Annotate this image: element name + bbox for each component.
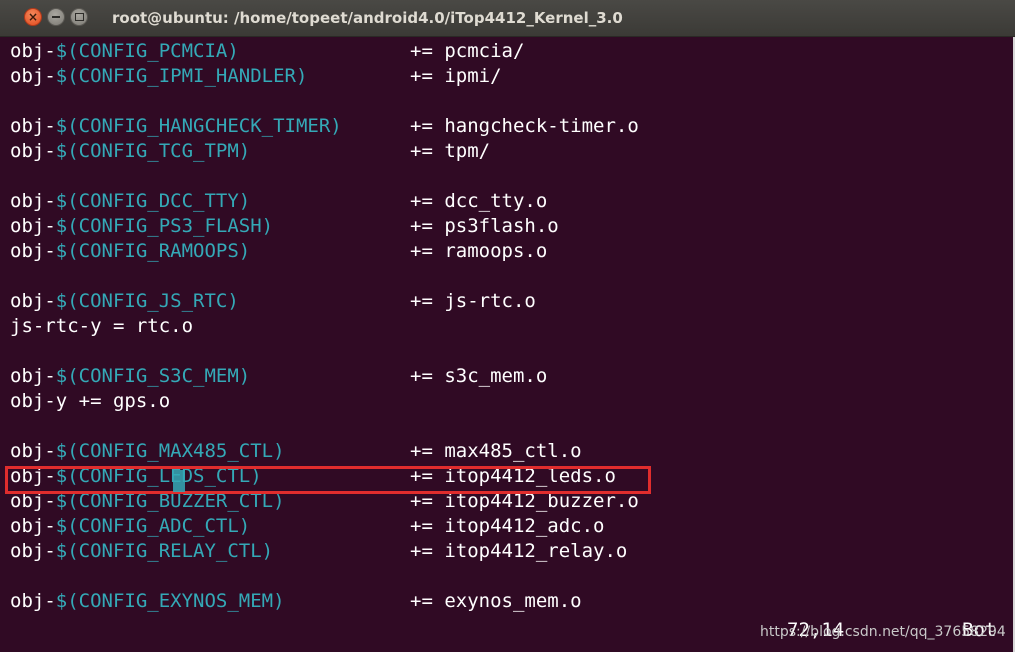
config-variable: $(CONFIG_ADC_CTL) bbox=[55, 515, 251, 537]
watermark: https://blog.csdn.net/qq_37658294 bbox=[760, 624, 1006, 640]
config-variable: $(CONFIG_IPMI_HANDLER) bbox=[55, 65, 308, 87]
terminal-line: obj-$(CONFIG_TCG_TPM) += tpm/ bbox=[10, 139, 490, 164]
assignment: += ipmi/ bbox=[410, 65, 502, 87]
terminal-line: obj-$(CONFIG_IPMI_HANDLER) += ipmi/ bbox=[10, 64, 502, 89]
line-prefix: obj- bbox=[10, 215, 56, 237]
terminal-line: obj-$(CONFIG_EXYNOS_MEM) += exynos_mem.o bbox=[10, 589, 582, 614]
line-prefix: obj- bbox=[10, 440, 56, 462]
close-icon: × bbox=[27, 10, 39, 24]
line-prefix: obj- bbox=[10, 190, 56, 212]
maximize-icon bbox=[74, 13, 84, 21]
line-prefix: js-rtc-y = rtc.o bbox=[10, 315, 194, 337]
assignment: += max485_ctl.o bbox=[410, 440, 582, 462]
config-variable: $(CONFIG_S3C_MEM) bbox=[55, 365, 251, 387]
assignment: += pcmcia/ bbox=[410, 40, 525, 62]
config-variable: $(CONFIG_DCC_TTY) bbox=[55, 190, 251, 212]
line-prefix: obj- bbox=[10, 115, 56, 137]
assignment: += hangcheck-timer.o bbox=[410, 115, 639, 137]
minimize-icon bbox=[52, 16, 60, 18]
terminal-content[interactable]: obj-$(CONFIG_PCMCIA) += pcmcia/obj-$(CONF… bbox=[0, 37, 1015, 652]
text-cursor bbox=[173, 470, 185, 492]
terminal-line: obj-$(CONFIG_RAMOOPS) += ramoops.o bbox=[10, 239, 547, 264]
assignment: += s3c_mem.o bbox=[410, 365, 548, 387]
terminal-line: obj-$(CONFIG_PCMCIA) += pcmcia/ bbox=[10, 39, 524, 64]
line-prefix: obj-y += gps.o bbox=[10, 390, 171, 412]
config-variable: $(CONFIG_RAMOOPS) bbox=[55, 240, 251, 262]
terminal-line: obj-$(CONFIG_JS_RTC) += js-rtc.o bbox=[10, 289, 536, 314]
assignment: += ps3flash.o bbox=[410, 215, 559, 237]
terminal-window: × root@ubuntu: /home/topeet/android4.0/i… bbox=[0, 0, 1015, 652]
line-prefix: obj- bbox=[10, 590, 56, 612]
terminal-line: obj-$(CONFIG_S3C_MEM) += s3c_mem.o bbox=[10, 364, 547, 389]
config-variable: $(CONFIG_JS_RTC) bbox=[55, 290, 239, 312]
assignment: += exynos_mem.o bbox=[410, 590, 582, 612]
terminal-line: obj-$(CONFIG_RELAY_CTL) += itop4412_relay… bbox=[10, 539, 627, 564]
highlight-box bbox=[5, 466, 651, 494]
config-variable: $(CONFIG_MAX485_CTL) bbox=[55, 440, 285, 462]
window-title: root@ubuntu: /home/topeet/android4.0/iTo… bbox=[112, 9, 623, 27]
line-prefix: obj- bbox=[10, 290, 56, 312]
line-prefix: obj- bbox=[10, 515, 56, 537]
terminal-line: obj-$(CONFIG_PS3_FLASH) += ps3flash.o bbox=[10, 214, 559, 239]
terminal-line: obj-$(CONFIG_ADC_CTL) += itop4412_adc.o bbox=[10, 514, 604, 539]
config-variable: $(CONFIG_PCMCIA) bbox=[55, 40, 239, 62]
line-prefix: obj- bbox=[10, 65, 56, 87]
assignment: += dcc_tty.o bbox=[410, 190, 548, 212]
assignment: += itop4412_adc.o bbox=[410, 515, 605, 537]
assignment: += itop4412_relay.o bbox=[410, 540, 628, 562]
maximize-button[interactable] bbox=[70, 8, 88, 26]
line-prefix: obj- bbox=[10, 540, 56, 562]
config-variable: $(CONFIG_HANGCHECK_TIMER) bbox=[55, 115, 342, 137]
terminal-line: js-rtc-y = rtc.o bbox=[10, 314, 193, 339]
config-variable: $(CONFIG_RELAY_CTL) bbox=[55, 540, 274, 562]
config-variable: $(CONFIG_EXYNOS_MEM) bbox=[55, 590, 285, 612]
terminal-line: obj-$(CONFIG_DCC_TTY) += dcc_tty.o bbox=[10, 189, 547, 214]
config-variable: $(CONFIG_PS3_FLASH) bbox=[55, 215, 274, 237]
close-button[interactable]: × bbox=[24, 8, 42, 26]
title-bar[interactable]: × root@ubuntu: /home/topeet/android4.0/i… bbox=[0, 0, 1015, 37]
line-prefix: obj- bbox=[10, 240, 56, 262]
assignment: += tpm/ bbox=[410, 140, 491, 162]
terminal-line: obj-y += gps.o bbox=[10, 389, 170, 414]
terminal-line: obj-$(CONFIG_MAX485_CTL) += max485_ctl.o bbox=[10, 439, 582, 464]
minimize-button[interactable] bbox=[47, 8, 65, 26]
assignment: += ramoops.o bbox=[410, 240, 548, 262]
line-prefix: obj- bbox=[10, 365, 56, 387]
config-variable: $(CONFIG_TCG_TPM) bbox=[55, 140, 251, 162]
assignment: += js-rtc.o bbox=[410, 290, 536, 312]
line-prefix: obj- bbox=[10, 40, 56, 62]
line-prefix: obj- bbox=[10, 140, 56, 162]
terminal-line: obj-$(CONFIG_HANGCHECK_TIMER) += hangchec… bbox=[10, 114, 639, 139]
